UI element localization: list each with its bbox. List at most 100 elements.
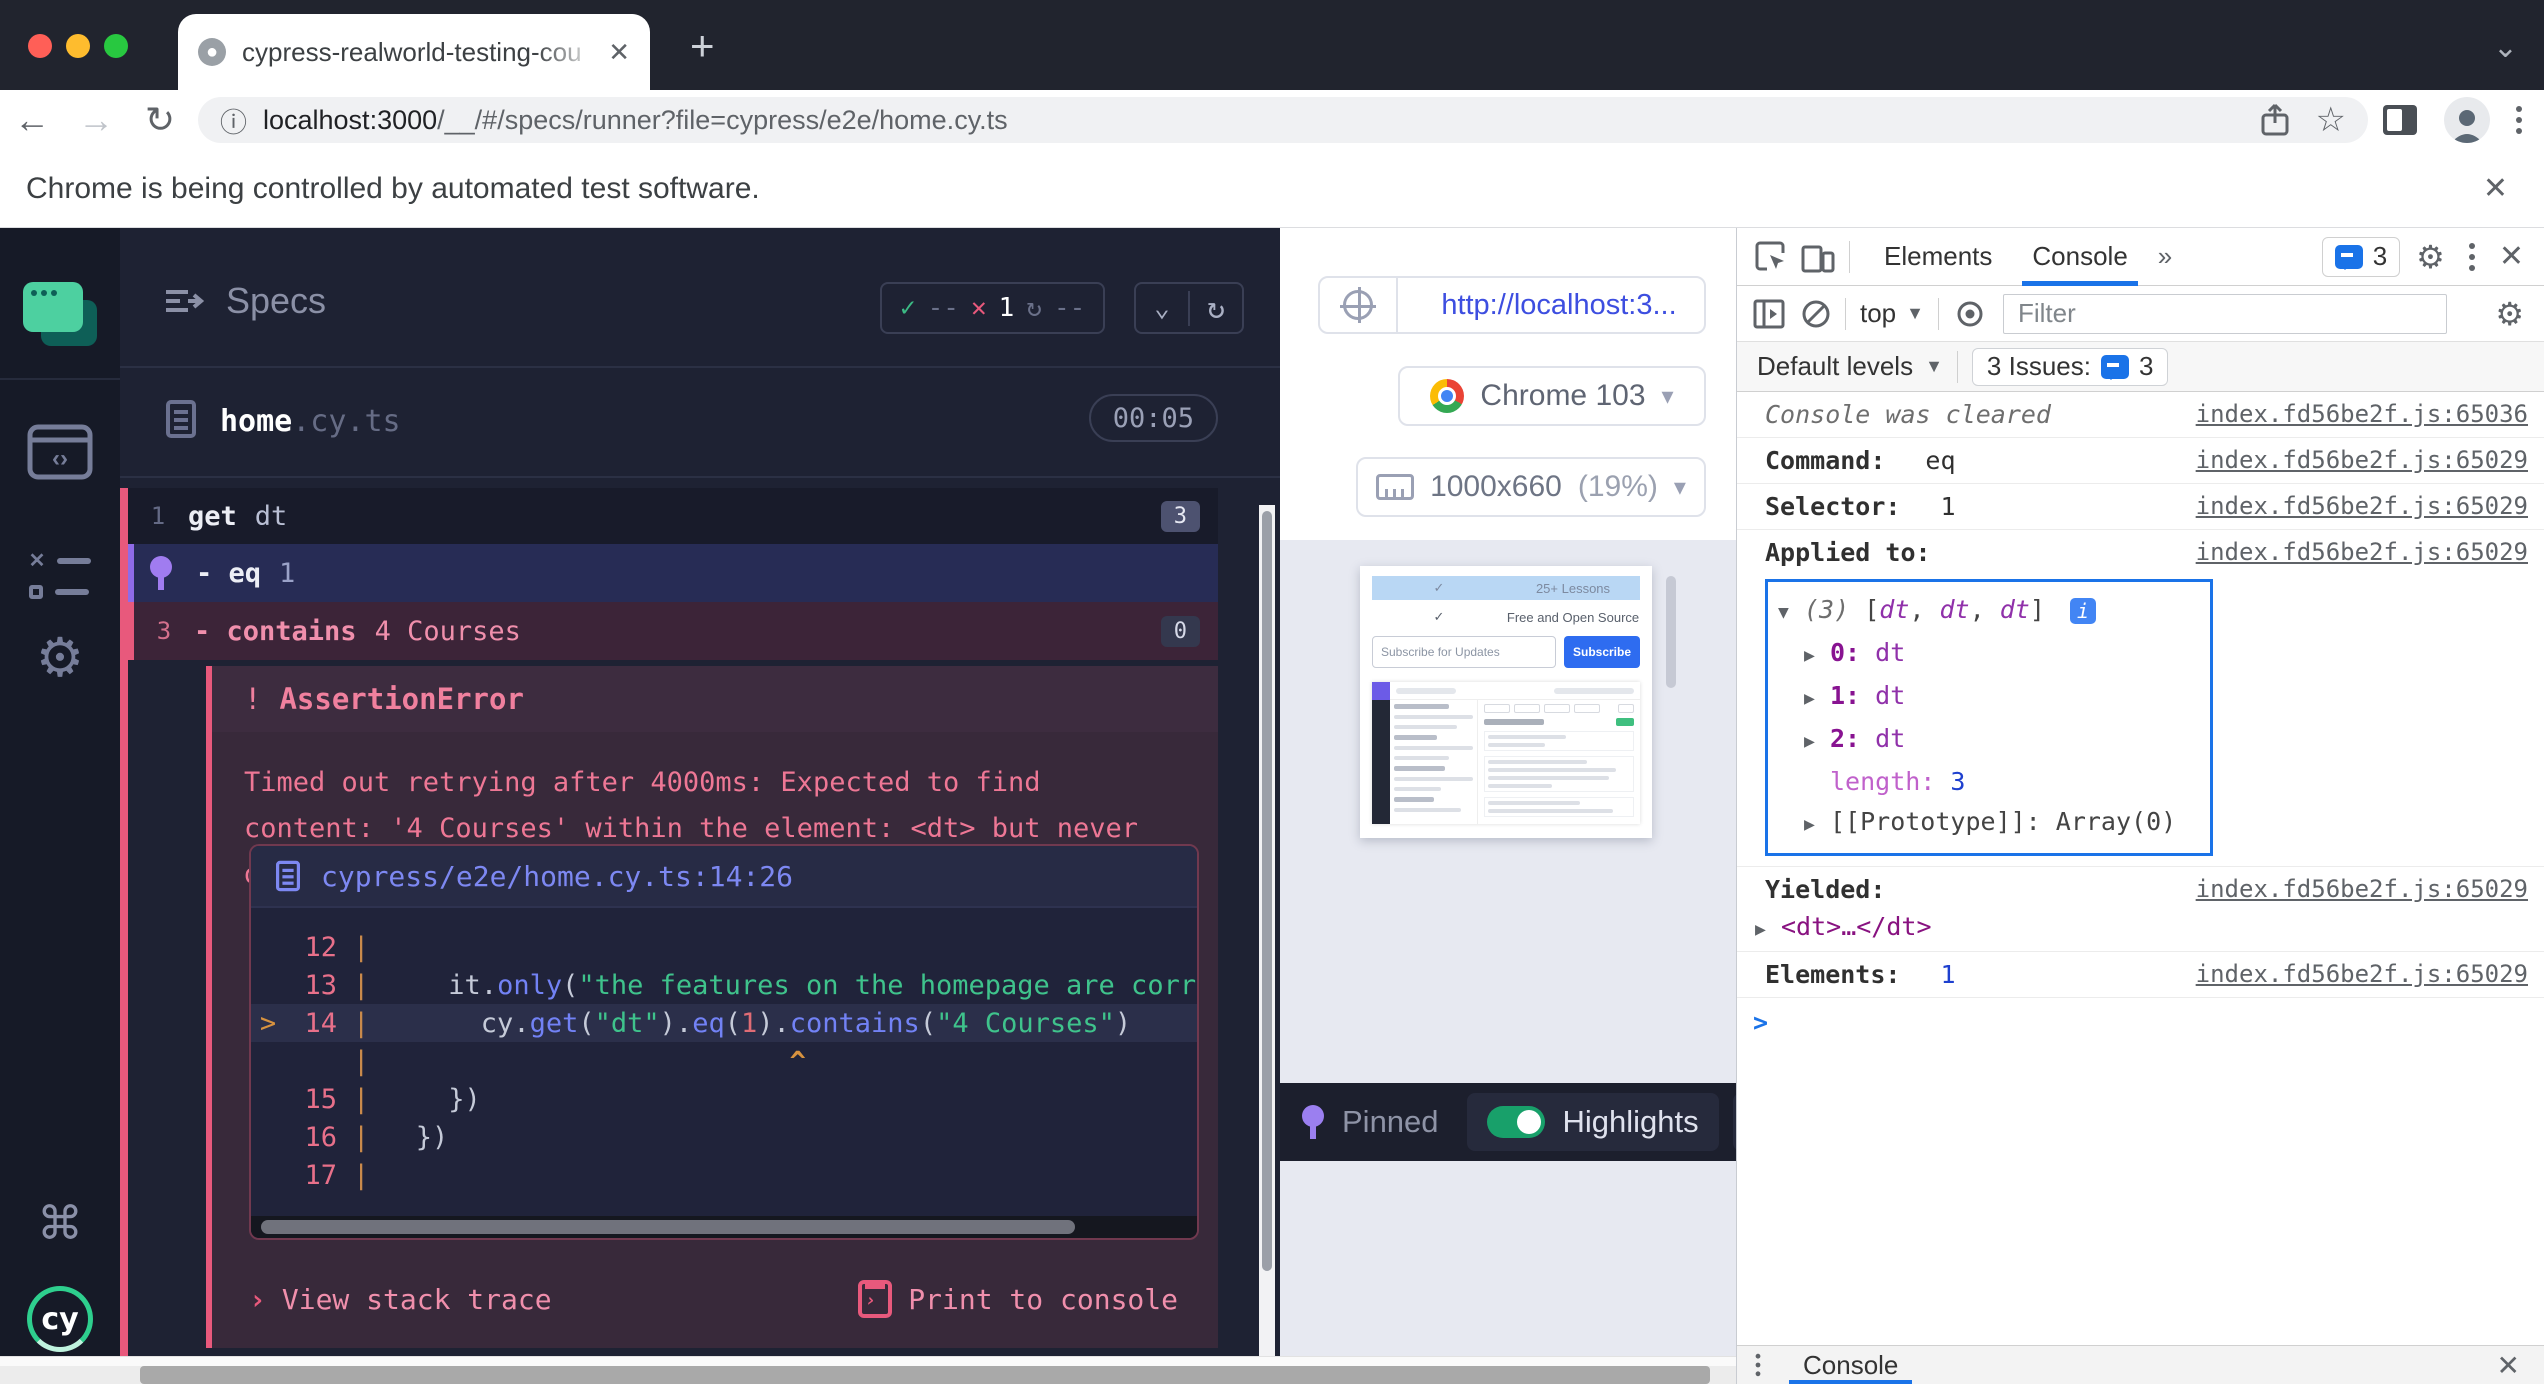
source-link[interactable]: index.fd56be2f.js:65029 (2196, 446, 2528, 474)
tab-console[interactable]: Console (2012, 228, 2147, 286)
yielded-element[interactable]: ▶ <dt>…</dt> (1737, 912, 2544, 951)
highlights-label: Highlights (1562, 1104, 1699, 1139)
device-toolbar-icon[interactable] (1801, 241, 1835, 273)
console-settings-icon[interactable]: ⚙ (2495, 295, 2544, 333)
highlights-toggle-group[interactable]: Highlights (1466, 1093, 1719, 1151)
array-entry[interactable]: ▶ 1: dt (1778, 676, 2200, 719)
console-messages: Console was cleared index.fd56be2f.js:65… (1737, 392, 2544, 1345)
disclosure-closed-icon[interactable]: ▶ (1804, 636, 1830, 676)
command-row-get[interactable]: 1 get dt 3 (128, 488, 1218, 544)
minimize-window-button[interactable] (66, 34, 90, 58)
runs-nav-icon[interactable]: ✕ (0, 548, 120, 599)
disclosure-open-icon[interactable]: ▼ (1778, 593, 1804, 633)
applied-array-object[interactable]: ▼ (3) [dt, dt, dt] i ▶ 0: dt ▶ 1: dt ▶ 2: dt… (1765, 579, 2213, 856)
disclosure-closed-icon[interactable]: ▶ (1804, 679, 1830, 719)
reporter-scrollbar-thumb[interactable] (1262, 511, 1272, 1271)
preview-subscribe-button: Subscribe (1564, 636, 1640, 668)
pin-icon (1302, 1105, 1324, 1139)
source-link[interactable]: index.fd56be2f.js:65036 (2196, 400, 2528, 428)
inspect-element-icon[interactable] (1737, 241, 1801, 273)
horizontal-scrollbar-thumb[interactable] (140, 1366, 1710, 1384)
devtools-menu-icon[interactable] (2468, 242, 2475, 271)
array-entry[interactable]: ▶ 0: dt (1778, 633, 2200, 676)
devtools-settings-icon[interactable]: ⚙ (2416, 238, 2445, 276)
keyboard-shortcuts-icon[interactable]: ⌘ (0, 1196, 120, 1250)
live-expression-eye-icon[interactable] (1953, 301, 1987, 327)
site-info-icon[interactable]: ⓘ (220, 101, 247, 140)
print-to-console-button[interactable]: › Print to console (858, 1280, 1178, 1318)
source-link[interactable]: index.fd56be2f.js:65029 (2196, 875, 2528, 903)
error-bang: ! (244, 682, 262, 716)
issues-counter[interactable]: 3 (2321, 236, 2401, 277)
command-row-contains[interactable]: 3 - contains 4 Courses 0 (128, 602, 1218, 660)
specs-header[interactable]: Specs (164, 280, 326, 322)
page-horizontal-scrollbar[interactable] (0, 1356, 1736, 1384)
settings-nav-icon[interactable]: ⚙ (0, 626, 120, 689)
source-link[interactable]: index.fd56be2f.js:65029 (2196, 960, 2528, 988)
source-link[interactable]: index.fd56be2f.js:65029 (2196, 492, 2528, 520)
specs-nav-icon[interactable]: ‹› (0, 424, 120, 480)
tab-close-icon[interactable]: ✕ (608, 37, 630, 68)
side-panel-icon[interactable] (2382, 104, 2418, 136)
more-tabs-icon[interactable]: » (2148, 241, 2182, 272)
view-stack-trace-link[interactable]: › View stack trace (249, 1283, 552, 1316)
viewport-select[interactable]: 1000x660 (19%) ▾ (1356, 457, 1706, 517)
disclosure-closed-icon[interactable]: ▶ (1804, 805, 1830, 845)
share-icon[interactable] (2260, 103, 2290, 137)
console-prompt[interactable]: > (1737, 998, 2544, 1047)
code-line: 16 | }) (304, 1121, 449, 1153)
tab-search-chevron-icon[interactable]: ⌄ (2493, 30, 2518, 65)
command-row-eq[interactable]: - eq 1 (128, 544, 1218, 602)
zoom-window-button[interactable] (104, 34, 128, 58)
drawer-tab-console[interactable]: Console (1789, 1346, 1913, 1384)
source-link[interactable]: index.fd56be2f.js:65029 (2196, 538, 2528, 566)
highlights-toggle[interactable] (1486, 1106, 1545, 1138)
aut-url-link[interactable]: http://localhost:3... (1414, 289, 1704, 322)
drawer-menu-icon[interactable] (1755, 1353, 1761, 1377)
command-message: dt (254, 500, 288, 532)
reload-button[interactable]: ↻ (128, 99, 192, 141)
forward-button[interactable]: → (64, 99, 128, 141)
code-frame-header[interactable]: cypress/e2e/home.cy.ts:14:26 (251, 846, 1197, 908)
back-button[interactable]: ← (0, 99, 64, 141)
run-controls: ⌄ ↻ (1134, 282, 1244, 334)
aut-url-bar[interactable]: http://localhost:3... (1318, 276, 1706, 334)
rerun-icon[interactable]: ↻ (1188, 290, 1242, 326)
clear-console-icon[interactable] (1801, 299, 1831, 329)
console-sidebar-icon[interactable] (1753, 299, 1785, 329)
banner-close-icon[interactable]: ✕ (2483, 171, 2508, 206)
array-preview[interactable]: ▼ (3) [dt, dt, dt] i (1778, 590, 2200, 633)
filter-input[interactable]: Filter (2002, 293, 2447, 334)
selector-playground-icon[interactable] (1320, 278, 1398, 332)
profile-avatar[interactable] (2444, 97, 2490, 143)
info-badge[interactable]: i (2069, 598, 2096, 624)
execution-context-select[interactable]: top ▼ (1860, 298, 1924, 329)
code-frame-scrollbar[interactable] (251, 1216, 1197, 1238)
tab-elements[interactable]: Elements (1864, 228, 2012, 286)
preview-scrollbar-thumb[interactable] (1666, 576, 1676, 688)
address-bar[interactable]: ⓘ localhost:3000/__/#/specs/runner?file=… (198, 97, 2368, 143)
file-icon (276, 860, 300, 892)
collapse-chevron-icon[interactable]: ⌄ (1136, 293, 1188, 323)
passed-count: -- (927, 293, 959, 323)
reporter-scrollbar[interactable] (1259, 505, 1275, 1356)
browser-tab[interactable]: ● cypress-realworld-testing-cou ✕ (178, 14, 650, 90)
new-tab-button[interactable]: + (690, 25, 715, 67)
disclosure-closed-icon[interactable]: ▶ (1804, 722, 1830, 762)
drawer-close-icon[interactable]: ✕ (2497, 1349, 2544, 1382)
browser-menu-icon[interactable] (2516, 106, 2522, 134)
code-frame-file-link[interactable]: cypress/e2e/home.cy.ts:14:26 (321, 860, 793, 893)
bookmark-star-icon[interactable]: ☆ (2316, 100, 2346, 140)
issues-button[interactable]: 3 Issues: 3 (1971, 347, 2169, 386)
devtools-close-icon[interactable]: ✕ (2499, 239, 2524, 274)
project-icon[interactable] (0, 282, 120, 346)
log-levels-select[interactable]: Default levels ▼ (1757, 351, 1943, 382)
close-window-button[interactable] (28, 34, 52, 58)
browser-select[interactable]: Chrome 103 ▾ (1398, 366, 1706, 426)
array-entry[interactable]: ▶ 2: dt (1778, 719, 2200, 762)
disclosure-closed-icon[interactable]: ▶ (1755, 919, 1781, 940)
cypress-logo[interactable]: cy (0, 1286, 120, 1352)
spec-file-row[interactable]: home.cy.ts 00:05 (120, 368, 1280, 478)
url-text: localhost:3000/__/#/specs/runner?file=cy… (263, 104, 1008, 135)
prototype-entry[interactable]: ▶ [[Prototype]]: Array(0) (1778, 802, 2200, 845)
